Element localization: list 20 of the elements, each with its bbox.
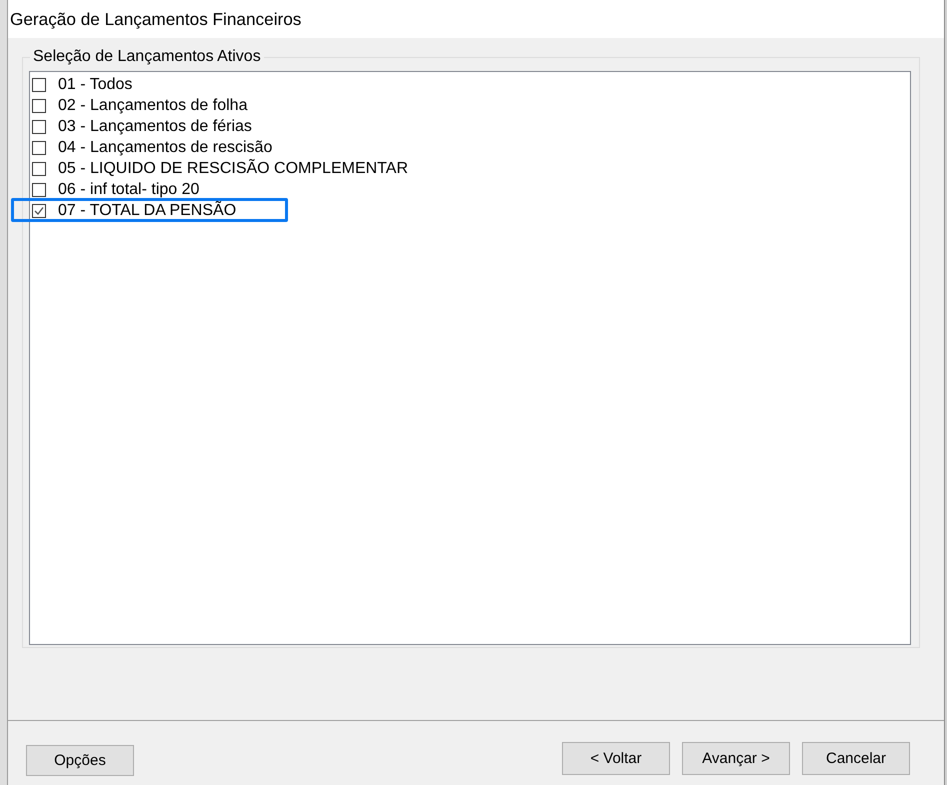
checkbox[interactable]: [32, 140, 46, 154]
options-button[interactable]: Opções: [26, 745, 134, 776]
checkbox[interactable]: [32, 98, 46, 112]
entry-label[interactable]: 02 - Lançamentos de folha: [58, 97, 248, 114]
entry-label[interactable]: 07 - TOTAL DA PENSÃO: [58, 202, 236, 219]
checkbox[interactable]: [32, 182, 46, 196]
entry-label[interactable]: 06 - inf total- tipo 20: [58, 181, 200, 198]
wizard-button[interactable]: Cancelar: [802, 742, 910, 775]
entry-label[interactable]: 04 - Lançamentos de rescisão: [58, 139, 272, 156]
checkbox[interactable]: [32, 204, 46, 218]
entry-label[interactable]: 05 - LIQUIDO DE RESCISÃO COMPLEMENTAR: [58, 160, 408, 177]
checkbox[interactable]: [32, 120, 46, 134]
window-title: Geração de Lançamentos Financeiros: [10, 8, 302, 30]
wizard-button[interactable]: < Voltar: [562, 742, 670, 775]
entry-label[interactable]: 01 - Todos: [58, 76, 132, 93]
entry-label[interactable]: 03 - Lançamentos de férias: [58, 118, 252, 135]
wizard-button[interactable]: Avançar >: [682, 742, 790, 775]
checkbox[interactable]: [32, 162, 46, 176]
checkbox[interactable]: [32, 78, 46, 92]
group-title: Seleção de Lançamentos Ativos: [32, 48, 262, 66]
